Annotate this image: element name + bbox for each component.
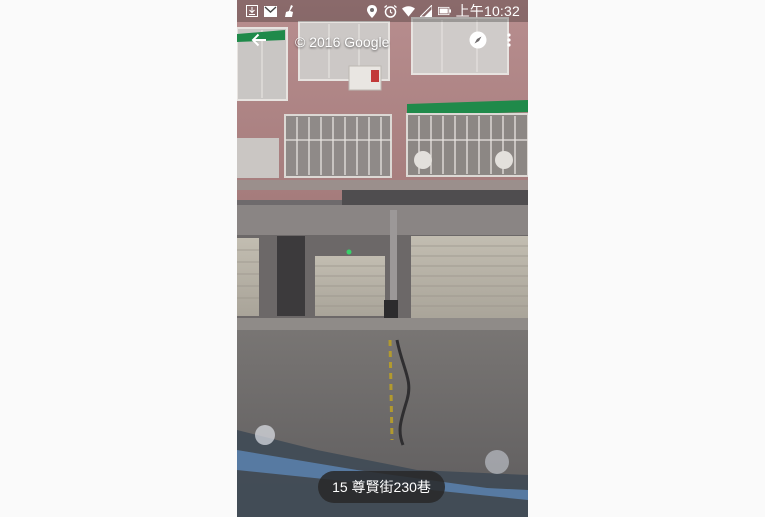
clean-icon [283,5,296,18]
phone-screen: 上午10:32 © 2016 Google 15 尊賢街230巷 [237,0,528,517]
battery-icon [437,5,451,18]
status-bar: 上午10:32 [237,0,528,22]
gmail-icon [264,5,277,18]
compass-button[interactable] [462,22,494,62]
wifi-icon [401,5,415,18]
copyright-label: © 2016 Google [295,34,390,50]
system-icons: 上午10:32 [366,1,528,21]
more-vert-icon [507,32,511,52]
signal-icon [420,5,433,18]
notification-icons [237,5,296,18]
status-clock: 上午10:32 [455,3,520,19]
overflow-menu-button[interactable] [494,22,524,62]
street-view-image[interactable] [237,0,528,517]
download-notification-icon [245,5,258,18]
compass-icon [469,31,487,54]
location-icon [366,4,379,18]
back-button[interactable] [239,22,279,62]
alarm-icon [383,4,397,18]
address-label[interactable]: 15 尊賢街230巷 [318,471,445,503]
arrow-back-icon [251,32,267,53]
address-text: 15 尊賢街230巷 [332,479,431,495]
street-view-app-bar: © 2016 Google [237,22,528,62]
